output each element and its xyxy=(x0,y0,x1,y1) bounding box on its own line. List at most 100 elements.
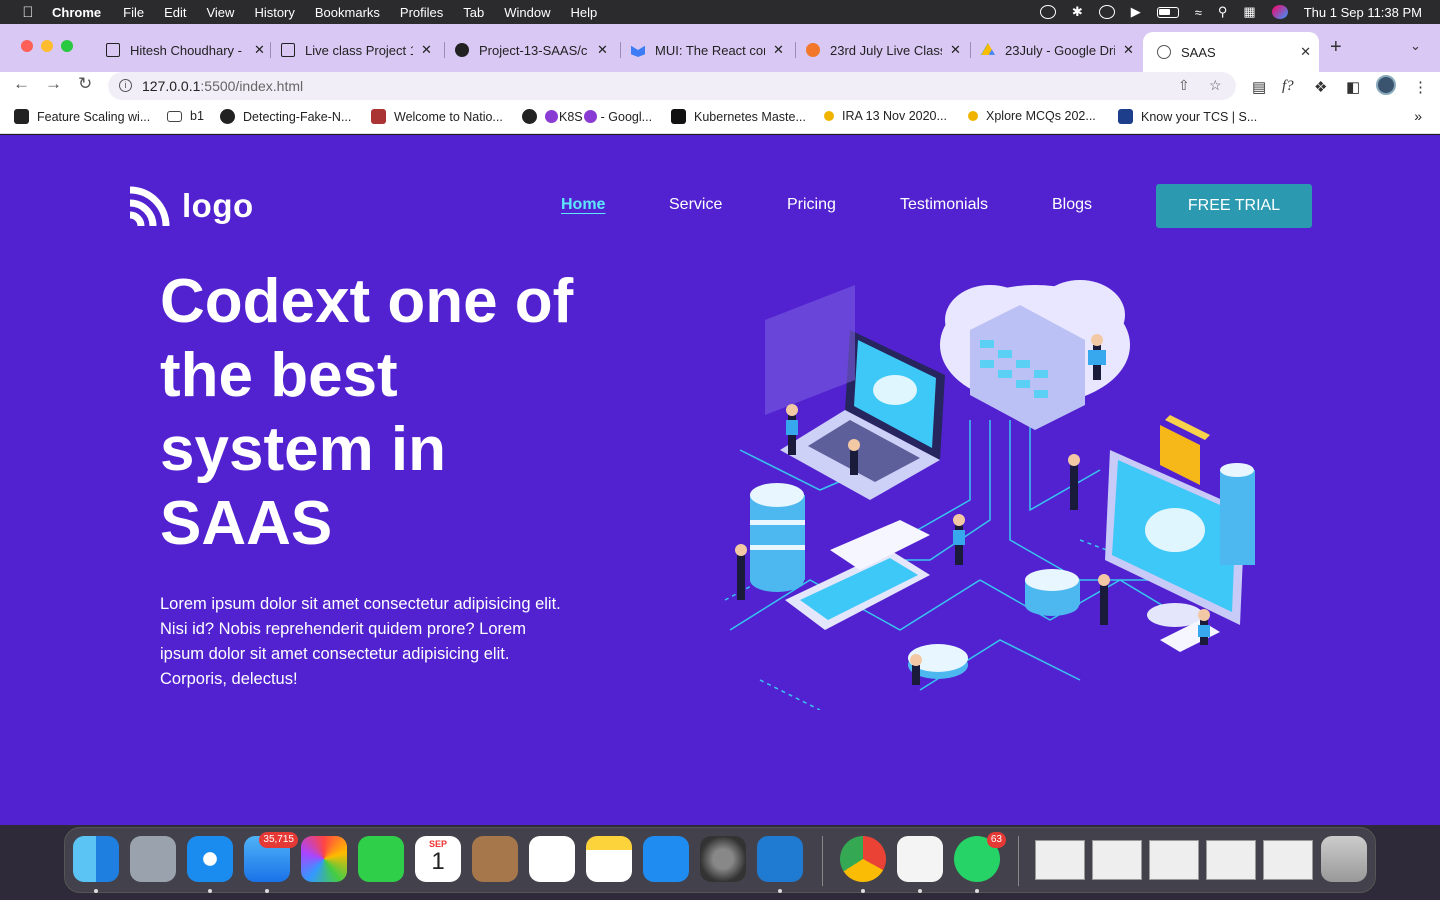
spotlight-search-icon[interactable]: ⚲ xyxy=(1218,4,1228,20)
bookmark-item[interactable]: Detecting-Fake-N... xyxy=(220,109,351,124)
close-tab-icon[interactable]: ✕ xyxy=(597,42,608,58)
close-window-button[interactable] xyxy=(21,40,33,52)
share-icon[interactable]: ⇧ xyxy=(1178,77,1190,94)
contacts-icon[interactable] xyxy=(472,836,518,882)
zoom-window-button[interactable] xyxy=(61,40,73,52)
new-tab-button[interactable]: + xyxy=(1330,36,1342,59)
bluetooth-icon[interactable]: ✱ xyxy=(1072,4,1083,20)
system-preferences-icon[interactable] xyxy=(700,836,746,882)
mail-icon[interactable]: 35,715 xyxy=(244,832,298,882)
chrome-menu-icon[interactable]: ⋮ xyxy=(1413,78,1428,96)
menu-history[interactable]: History xyxy=(254,5,294,20)
minimized-window-thumbnail[interactable] xyxy=(1035,840,1085,880)
tab-search-chevron-icon[interactable]: ⌄ xyxy=(1410,38,1421,54)
chrome-icon[interactable] xyxy=(840,836,886,882)
trash-icon[interactable] xyxy=(1321,836,1367,882)
minimized-window-thumbnail[interactable] xyxy=(1263,840,1313,880)
menu-view[interactable]: View xyxy=(206,5,234,20)
tab-title: 23July - Google Dri xyxy=(1005,42,1115,58)
nav-service[interactable]: Service xyxy=(669,196,722,214)
wifi-icon[interactable]: ≈ xyxy=(1195,5,1202,20)
finder-icon[interactable] xyxy=(73,836,119,882)
bookmark-item[interactable]: Kubernetes Maste... xyxy=(671,109,806,124)
bookmark-item[interactable]: IRA 13 Nov 2020... xyxy=(824,109,947,123)
macos-dock: 35,715 SEP 1 63 xyxy=(64,827,1376,893)
nav-testimonials[interactable]: Testimonials xyxy=(900,196,988,214)
close-tab-icon[interactable]: ✕ xyxy=(1300,44,1311,60)
address-bar[interactable]: i 127.0.0.1:5500/index.html ⇧ ☆ xyxy=(108,72,1236,100)
tab-live-class-video[interactable]: 23rd July Live Class ✕ xyxy=(806,36,961,64)
notes-icon[interactable] xyxy=(586,836,632,882)
photos-icon[interactable] xyxy=(301,836,347,882)
menubar-datetime[interactable]: Thu 1 Sep 11:38 PM xyxy=(1304,5,1422,20)
reload-button[interactable]: ↻ xyxy=(78,74,92,94)
extension-chart-icon[interactable]: ▤ xyxy=(1252,78,1266,96)
forward-button[interactable]: → xyxy=(45,74,62,94)
minimize-window-button[interactable] xyxy=(41,40,53,52)
reminders-icon[interactable] xyxy=(529,836,575,882)
minimized-window-thumbnail[interactable] xyxy=(1149,840,1199,880)
hero-description: Lorem ipsum dolor sit amet consectetur a… xyxy=(160,595,561,688)
bookmark-folder[interactable]: b1 xyxy=(167,109,204,123)
menu-window[interactable]: Window xyxy=(504,5,550,20)
close-tab-icon[interactable]: ✕ xyxy=(1123,42,1134,58)
tab-google-drive[interactable]: 23July - Google Dri ✕ xyxy=(981,36,1134,64)
nav-blogs[interactable]: Blogs xyxy=(1052,196,1092,214)
mui-icon xyxy=(631,45,645,57)
close-tab-icon[interactable]: ✕ xyxy=(773,42,784,58)
logo-text: logo xyxy=(182,187,254,224)
calendar-day: 1 xyxy=(431,848,445,875)
bookmark-star-icon[interactable]: ☆ xyxy=(1209,77,1222,94)
menu-profiles[interactable]: Profiles xyxy=(400,5,443,20)
site-logo[interactable]: logo xyxy=(128,184,254,228)
minimized-window-thumbnail[interactable] xyxy=(1206,840,1256,880)
address-url[interactable]: 127.0.0.1:5500/index.html xyxy=(142,78,303,94)
minimized-window-thumbnail[interactable] xyxy=(1092,840,1142,880)
bookmark-item[interactable]: K8S - Googl... xyxy=(522,109,652,124)
menu-tab[interactable]: Tab xyxy=(463,5,484,20)
siri-icon[interactable] xyxy=(1271,5,1288,19)
play-status-icon[interactable]: ▶ xyxy=(1131,4,1141,20)
apple-menu-icon[interactable]:  xyxy=(18,4,38,21)
creative-cloud-icon[interactable] xyxy=(1039,5,1056,19)
tab-hitesh[interactable]: Hitesh Choudhary - ✕ xyxy=(106,36,265,64)
nav-home[interactable]: Home xyxy=(561,196,605,214)
menu-help[interactable]: Help xyxy=(571,5,598,20)
back-button[interactable]: ← xyxy=(13,74,30,94)
bookmark-item[interactable]: Feature Scaling wi... xyxy=(14,109,150,124)
info-status-icon[interactable] xyxy=(1098,5,1115,19)
calendar-icon[interactable]: SEP 1 xyxy=(415,836,461,882)
close-tab-icon[interactable]: ✕ xyxy=(950,42,961,58)
battery-icon[interactable] xyxy=(1156,6,1179,18)
close-tab-icon[interactable]: ✕ xyxy=(421,42,432,58)
bookmark-item[interactable]: Know your TCS | S... xyxy=(1118,109,1257,124)
extensions-puzzle-icon[interactable]: ❖ xyxy=(1314,78,1327,96)
bookmark-item[interactable]: Xplore MCQs 202... xyxy=(968,109,1096,123)
bookmark-item[interactable]: Welcome to Natio... xyxy=(371,109,503,124)
app-store-icon[interactable] xyxy=(643,836,689,882)
nav-pricing[interactable]: Pricing xyxy=(787,196,836,214)
tab-live-class[interactable]: Live class Project 1 ✕ xyxy=(281,36,432,64)
site-info-icon[interactable]: i xyxy=(119,79,132,92)
more-bookmarks-icon[interactable]: » xyxy=(1414,108,1422,124)
tab-github-project[interactable]: Project-13-SAAS/c ✕ xyxy=(455,36,608,64)
control-center-icon[interactable]: ▦ xyxy=(1243,4,1255,20)
whatsapp-icon[interactable]: 63 xyxy=(954,832,1006,882)
menu-file[interactable]: File xyxy=(123,5,144,20)
profile-avatar[interactable] xyxy=(1376,75,1396,95)
safari-icon[interactable] xyxy=(187,836,233,882)
menu-bookmarks[interactable]: Bookmarks xyxy=(315,5,380,20)
tab-mui[interactable]: MUI: The React com ✕ xyxy=(631,36,784,64)
extension-formula-icon[interactable]: f? xyxy=(1282,78,1294,95)
menu-edit[interactable]: Edit xyxy=(164,5,186,20)
textedit-icon[interactable] xyxy=(897,836,943,882)
bookmark-label: Detecting-Fake-N... xyxy=(243,109,352,124)
facetime-icon[interactable] xyxy=(358,836,404,882)
side-panel-icon[interactable]: ◧ xyxy=(1346,78,1360,96)
close-tab-icon[interactable]: ✕ xyxy=(254,42,265,58)
free-trial-button[interactable]: FREE TRIAL xyxy=(1156,184,1312,228)
tab-saas-active[interactable]: SAAS ✕ xyxy=(1143,32,1319,72)
vscode-icon[interactable] xyxy=(757,836,803,882)
menu-app-name[interactable]: Chrome xyxy=(52,5,101,20)
launchpad-icon[interactable] xyxy=(130,836,176,882)
